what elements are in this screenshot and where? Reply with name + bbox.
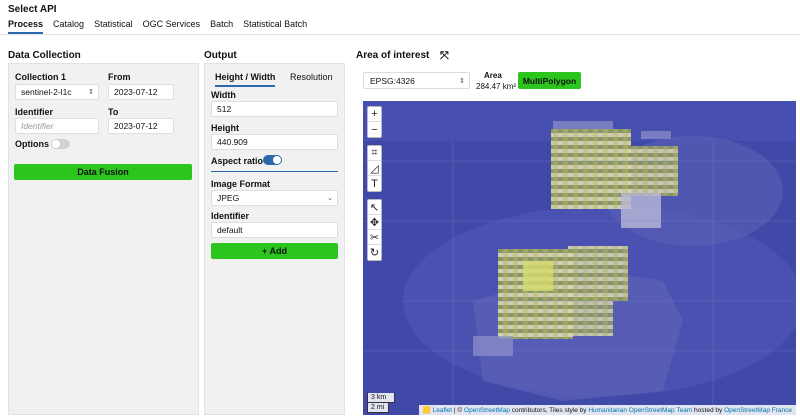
aoi-heading: Area of interest xyxy=(356,50,430,61)
draw-rectangle-icon[interactable]: ⌗ xyxy=(368,146,381,161)
hot-link[interactable]: Humanitarian OpenStreetMap Team xyxy=(588,407,692,414)
tab-batch[interactable]: Batch xyxy=(210,18,233,34)
attribution-separator: | © xyxy=(452,407,465,414)
image-format-value: JPEG xyxy=(217,193,240,203)
collection-label: Collection 1 xyxy=(15,72,67,82)
data-fusion-button[interactable]: Data Fusion xyxy=(14,164,192,180)
map-view[interactable]: + − ⌗ ◿ T ↖ ✥ ✂ ↻ 3 km 2 mi 🟨 Leaflet | … xyxy=(363,101,796,415)
attribution-hosted: hosted by xyxy=(692,407,725,414)
edit-pointer-icon[interactable]: ↖ xyxy=(368,200,381,215)
flag-icon: 🟨 xyxy=(422,407,431,414)
tab-catalog[interactable]: Catalog xyxy=(53,18,84,34)
to-date-input[interactable]: 2023-07-12 xyxy=(108,118,174,134)
collection-value: sentinel-2-l1c xyxy=(21,87,72,97)
output-divider xyxy=(211,171,338,172)
output-panel: Height / Width Resolution Width 512 Heig… xyxy=(204,63,345,415)
identifier-label: Identifier xyxy=(15,107,54,117)
attribution-contrib: contributors, Tiles style by xyxy=(509,407,589,414)
geometry-type-badge: MultiPolygon xyxy=(518,72,581,89)
data-collection-panel: Collection 1 sentinel-2-l1c ⇕ From 2023-… xyxy=(8,63,199,415)
tab-resolution[interactable]: Resolution xyxy=(290,72,333,85)
updown-arrow-icon: ⇕ xyxy=(88,89,94,96)
height-value: 440.909 xyxy=(217,137,248,147)
tab-statistical[interactable]: Statistical xyxy=(94,18,133,34)
toggle-knob xyxy=(52,140,60,148)
chevron-down-icon: ⌄ xyxy=(327,195,333,202)
crs-value: EPSG:4326 xyxy=(370,75,415,86)
options-label: Options xyxy=(15,139,49,149)
tab-process[interactable]: Process xyxy=(8,18,44,34)
osm-france-link[interactable]: OpenStreetMap France xyxy=(724,407,792,414)
api-tabs: Process Catalog Statistical OGC Services… xyxy=(8,18,307,34)
height-input[interactable]: 440.909 xyxy=(211,134,338,150)
scale-mi: 2 mi xyxy=(367,403,389,413)
image-format-select[interactable]: JPEG ⌄ xyxy=(211,190,338,206)
options-toggle[interactable] xyxy=(51,139,70,149)
width-value: 512 xyxy=(217,104,232,114)
add-text-icon[interactable]: T xyxy=(368,176,381,191)
identifier-placeholder: Identifier xyxy=(21,121,54,131)
area-label: Area xyxy=(484,71,502,80)
width-input[interactable]: 512 xyxy=(211,101,338,117)
aspect-ratio-label: Aspect ratio xyxy=(211,156,264,166)
output-identifier-label: Identifier xyxy=(211,211,250,221)
rotate-icon[interactable]: ↻ xyxy=(368,245,381,260)
tab-ogc-services[interactable]: OGC Services xyxy=(143,18,201,34)
aspect-ratio-toggle[interactable] xyxy=(263,155,282,165)
scale-km: 3 km xyxy=(367,393,395,403)
cut-icon[interactable]: ✂ xyxy=(368,230,381,245)
data-collection-heading: Data Collection xyxy=(8,50,81,61)
from-date-value: 2023-07-12 xyxy=(114,87,158,97)
from-date-input[interactable]: 2023-07-12 xyxy=(108,84,174,100)
leaflet-link[interactable]: Leaflet xyxy=(433,407,453,414)
tab-height-width[interactable]: Height / Width xyxy=(215,72,276,87)
crs-select[interactable]: EPSG:4326 ⇕ xyxy=(363,72,470,89)
from-label: From xyxy=(108,72,131,82)
zoom-controls: + − xyxy=(367,106,382,138)
height-label: Height xyxy=(211,123,239,133)
collection-select[interactable]: sentinel-2-l1c ⇕ xyxy=(15,84,99,100)
zoom-in-button[interactable]: + xyxy=(368,107,381,122)
osm-link[interactable]: OpenStreetMap xyxy=(464,407,510,414)
toggle-knob xyxy=(273,156,281,164)
zoom-out-button[interactable]: − xyxy=(368,122,381,137)
to-date-value: 2023-07-12 xyxy=(114,121,158,131)
fullscreen-icon[interactable]: ⤧ xyxy=(440,50,449,63)
move-icon[interactable]: ✥ xyxy=(368,215,381,230)
to-label: To xyxy=(108,107,119,117)
tab-statistical-batch[interactable]: Statistical Batch xyxy=(243,18,307,34)
identifier-input[interactable]: Identifier xyxy=(15,118,99,134)
draw-toolbar: ⌗ ◿ T xyxy=(367,145,382,192)
map-attribution: 🟨 Leaflet | © OpenStreetMap contributors… xyxy=(418,405,796,415)
draw-polygon-icon[interactable]: ◿ xyxy=(368,161,381,176)
output-identifier-input[interactable]: default xyxy=(211,222,338,238)
add-button[interactable]: + Add xyxy=(211,243,338,259)
image-format-label: Image Format xyxy=(211,179,271,189)
tabs-divider xyxy=(0,34,800,35)
updown-arrow-icon: ⇕ xyxy=(459,77,465,85)
select-api-title: Select API xyxy=(8,4,57,15)
output-heading: Output xyxy=(204,50,237,61)
output-identifier-value: default xyxy=(217,225,243,235)
width-label: Width xyxy=(211,90,236,100)
edit-toolbar: ↖ ✥ ✂ ↻ xyxy=(367,199,382,261)
map-satellite-overlay xyxy=(363,101,796,415)
area-value: 284.47 km² xyxy=(476,82,517,91)
